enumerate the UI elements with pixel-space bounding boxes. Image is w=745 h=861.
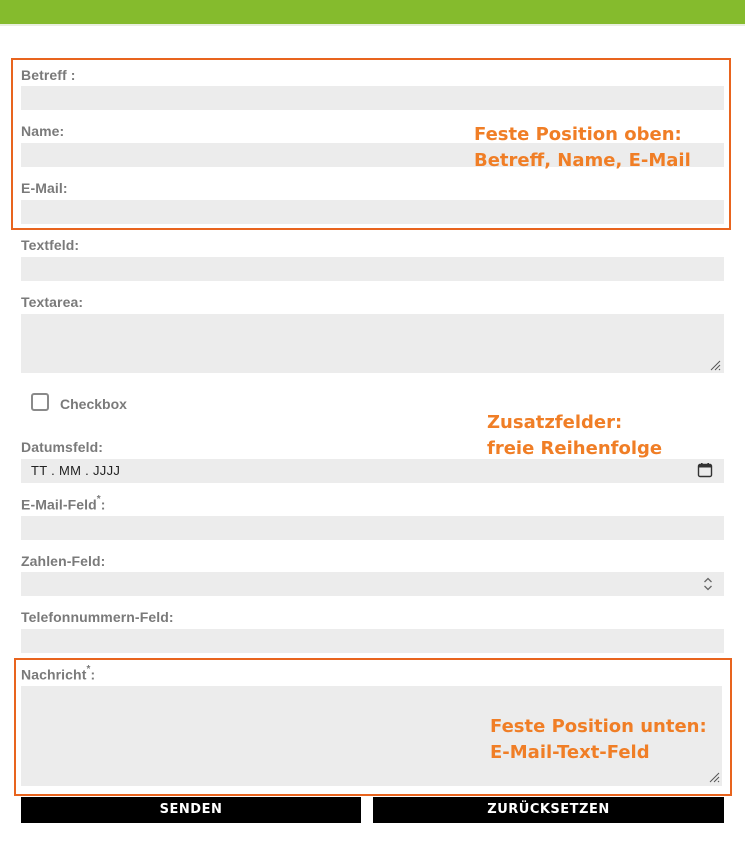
number-label: Zahlen-Feld:: [21, 553, 106, 569]
bottom-annotation-line2: E-Mail-Text-Feld: [490, 742, 650, 763]
middle-annotation-line1: Zusatzfelder:: [487, 412, 623, 433]
textfield-label: Textfeld:: [21, 237, 80, 253]
checkbox[interactable]: [31, 393, 49, 411]
send-button[interactable]: SENDEN: [21, 797, 361, 823]
number-input[interactable]: [21, 572, 724, 596]
middle-annotation: Zusatzfelder: freie Reihenfolge: [487, 410, 662, 462]
checkbox-label: Checkbox: [60, 396, 127, 412]
spinner-icon[interactable]: [702, 576, 714, 597]
phone-input[interactable]: [21, 629, 724, 653]
bottom-annotation-line1: Feste Position unten:: [490, 716, 707, 737]
email-field-label-text: E-Mail-Feld: [21, 496, 97, 513]
calendar-icon[interactable]: [697, 462, 713, 483]
required-marker: *: [96, 494, 101, 505]
date-placeholder: TT . MM . JJJJ: [31, 463, 121, 478]
top-bar-shadow: [0, 24, 745, 26]
top-bar: [0, 0, 745, 24]
phone-label: Telefonnummern-Feld:: [21, 609, 174, 625]
top-annotation-line2: Betreff, Name, E-Mail: [474, 150, 691, 171]
textfield-input[interactable]: [21, 257, 724, 281]
email-field-label-colon: :: [100, 496, 106, 513]
top-annotation: Feste Position oben: Betreff, Name, E-Ma…: [474, 122, 691, 174]
textarea-input[interactable]: [21, 314, 724, 373]
top-annotation-line1: Feste Position oben:: [474, 124, 682, 145]
resize-grip-icon[interactable]: [709, 359, 721, 371]
date-input[interactable]: [21, 459, 724, 483]
bottom-annotation: Feste Position unten: E-Mail-Text-Feld: [490, 714, 707, 766]
email-field-input[interactable]: [21, 516, 724, 540]
date-label: Datumsfeld:: [21, 439, 103, 455]
textarea-label: Textarea:: [21, 294, 84, 310]
email-field-label: E-Mail-Feld*:: [21, 494, 106, 513]
reset-button[interactable]: ZURÜCKSETZEN: [373, 797, 724, 823]
